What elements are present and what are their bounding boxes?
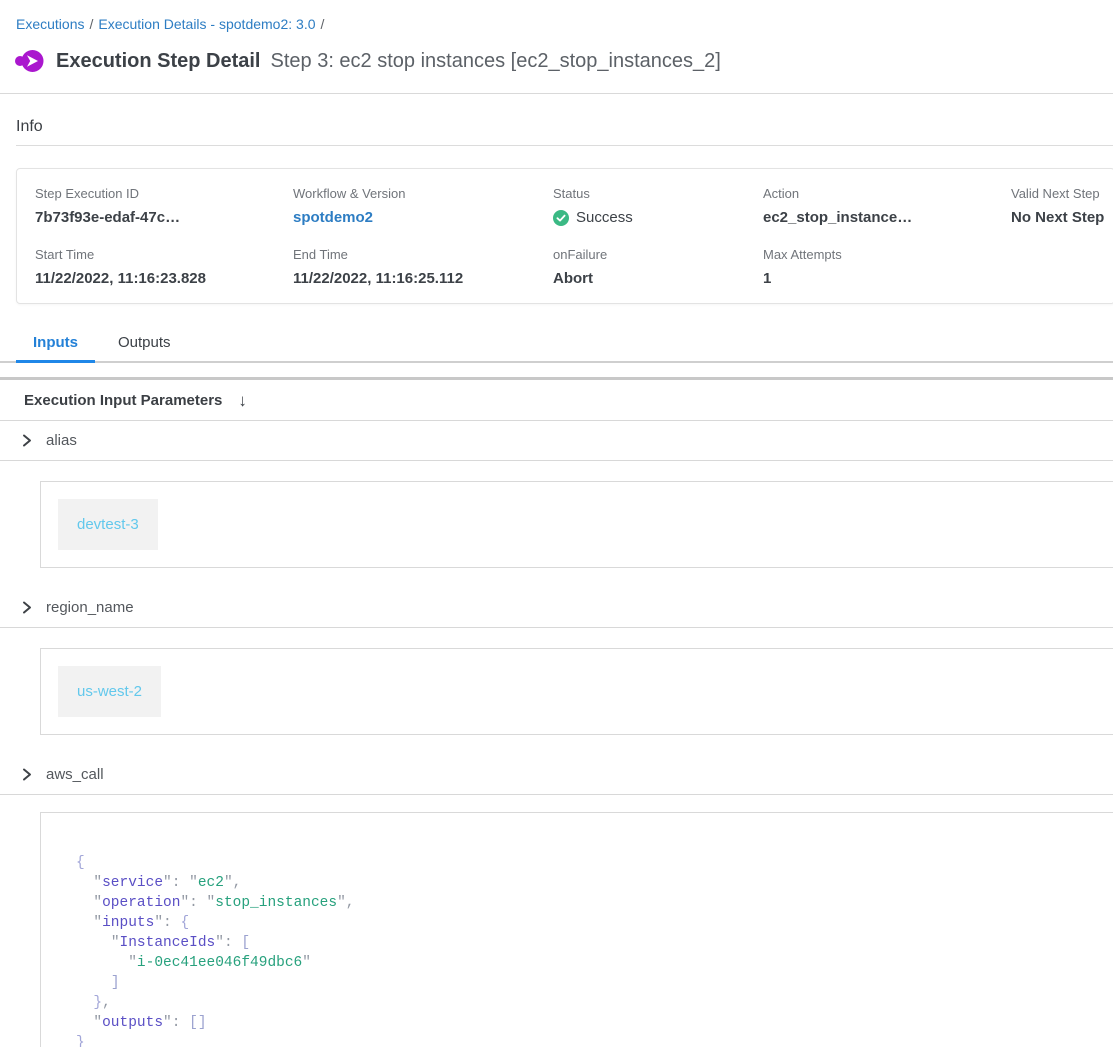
section-header-alias[interactable]: alias [0,421,1113,461]
param-box: devtest-3 [40,481,1113,568]
section-header-aws-call[interactable]: aws_call [0,755,1113,795]
field-label: Status [553,186,763,202]
field-max-attempts: Max Attempts 1 [763,247,1011,289]
page-title: Execution Step Detail [56,50,261,73]
page-header: Execution Step Detail Step 3: ec2 stop i… [0,32,1113,76]
field-label: Start Time [35,247,293,263]
params-heading-row: Execution Input Parameters ↓ [0,380,1113,421]
section-content-alias: devtest-3 [0,461,1113,588]
field-label: Workflow & Version [293,186,553,202]
status-badge: Success [553,208,763,228]
section-content-region-name: us-west-2 [0,628,1113,755]
info-card: Step Execution ID 7b73f93e-edaf-47c… Wor… [16,168,1113,304]
section-label: region_name [46,599,134,616]
workflow-link[interactable]: spotdemo2 [293,208,553,228]
section-label: alias [46,432,77,449]
tabbar: Inputs Outputs [0,326,1113,363]
info-grid: Step Execution ID 7b73f93e-edaf-47c… Wor… [35,186,1113,289]
chevron-right-icon [20,768,33,781]
field-label: Max Attempts [763,247,1011,263]
field-start-time: Start Time 11/22/2022, 11:16:23.828 [35,247,293,289]
header-divider [0,93,1113,94]
success-check-icon [553,210,569,226]
param-value-chip: us-west-2 [58,666,161,717]
field-value: Abort [553,269,763,289]
field-label: Action [763,186,1011,202]
breadcrumb-separator: / [89,16,93,32]
param-box: us-west-2 [40,648,1113,735]
chevron-right-icon [20,434,33,447]
field-value: 11/22/2022, 11:16:23.828 [35,269,293,289]
field-end-time: End Time 11/22/2022, 11:16:25.112 [293,247,553,289]
field-label: Valid Next Step [1011,186,1113,202]
field-workflow-version: Workflow & Version spotdemo2 [293,186,553,228]
info-divider [16,145,1113,146]
field-value: 11/22/2022, 11:16:25.112 [293,269,553,289]
tab-inputs[interactable]: Inputs [16,326,95,361]
brand-logo-icon [14,46,44,76]
breadcrumb-link-execution-details[interactable]: Execution Details - spotdemo2: 3.0 [98,16,315,32]
param-value-chip: devtest-3 [58,499,158,550]
field-action: Action ec2_stop_instance… [763,186,1011,228]
page-subtitle: Step 3: ec2 stop instances [ec2_stop_ins… [271,50,721,73]
field-status: Status Success [553,186,763,228]
breadcrumb: Executions / Execution Details - spotdemo2… [0,0,1113,32]
field-value: No Next Step [1011,208,1113,228]
aws-call-code: { "service": "ec2", "operation": "stop_i… [76,853,1104,1047]
field-label: End Time [293,247,553,263]
field-value: 1 [763,269,1011,289]
params-heading: Execution Input Parameters [24,392,222,409]
field-step-execution-id: Step Execution ID 7b73f93e-edaf-47c… [35,186,293,228]
field-valid-next-step: Valid Next Step No Next Step [1011,186,1113,228]
field-label: onFailure [553,247,763,263]
sort-down-arrow-icon[interactable]: ↓ [238,392,247,409]
info-section-heading: Info [16,118,1113,136]
aws-call-code-box: { "service": "ec2", "operation": "stop_i… [40,812,1113,1047]
breadcrumb-link-executions[interactable]: Executions [16,16,84,32]
section-header-region-name[interactable]: region_name [0,588,1113,628]
breadcrumb-separator: / [321,16,325,32]
tab-outputs[interactable]: Outputs [101,326,188,361]
field-value: ec2_stop_instance… [763,208,1011,228]
status-text: Success [576,208,633,228]
field-onfailure: onFailure Abort [553,247,763,289]
chevron-right-icon [20,601,33,614]
field-value: 7b73f93e-edaf-47c… [35,208,293,228]
section-label: aws_call [46,766,104,783]
field-label: Step Execution ID [35,186,293,202]
execution-step-detail-page: Executions / Execution Details - spotdemo2… [0,0,1113,1047]
